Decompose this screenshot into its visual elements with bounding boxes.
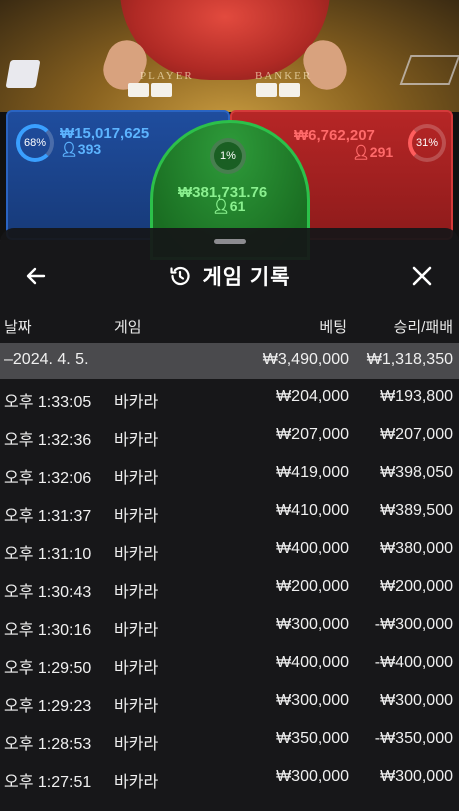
- row-bet: ₩300,000: [276, 616, 349, 633]
- row-result: ₩398,050: [380, 464, 453, 481]
- game-history-sheet: 게임 기록 날짜 게임 베팅 승리/패배 –2024. 4. 5. ₩3,490…: [0, 228, 459, 811]
- row-time: 오후 1:27:51: [4, 774, 92, 791]
- row-result: -₩300,000: [374, 616, 453, 633]
- table-row[interactable]: 오후 1:27:51 바카라 ₩300,000 ₩300,000: [0, 759, 459, 797]
- table-row[interactable]: 오후 1:28:53 바카라 ₩350,000 -₩350,000: [0, 721, 459, 759]
- banker-cards: [256, 83, 300, 97]
- row-result: ₩300,000: [380, 768, 453, 785]
- player-percent-ring: 68%: [16, 124, 54, 162]
- close-icon: [412, 266, 432, 286]
- sheet-title-group: 게임 기록: [0, 256, 459, 296]
- row-result: ₩200,000: [380, 578, 453, 595]
- table-row[interactable]: 오후 1:30:16 바카라 ₩300,000 -₩300,000: [0, 607, 459, 645]
- row-game: 바카라: [114, 470, 159, 487]
- dealer: [120, 0, 330, 80]
- table-banker-label: BANKER: [255, 70, 313, 82]
- row-bet: ₩350,000: [276, 730, 349, 747]
- row-bet: ₩419,000: [276, 464, 349, 481]
- row-bet: ₩410,000: [276, 502, 349, 519]
- table-row[interactable]: 오후 1:31:37 바카라 ₩410,000 ₩389,500: [0, 493, 459, 531]
- sheet-drag-handle[interactable]: [214, 239, 246, 244]
- player-bet-amount: ₩15,017,625: [60, 125, 150, 142]
- row-result: -₩350,000: [374, 730, 453, 747]
- group-result-total: ₩1,318,350: [366, 351, 453, 368]
- table-row[interactable]: 오후 1:32:06 바카라 ₩419,000 ₩398,050: [0, 455, 459, 493]
- sheet-title: 게임 기록: [202, 266, 291, 289]
- column-game: 게임: [114, 319, 142, 336]
- row-bet: ₩300,000: [276, 692, 349, 709]
- row-bet: ₩204,000: [276, 388, 349, 405]
- close-button[interactable]: [402, 256, 442, 296]
- banker-bet-count: 👤︎291: [352, 144, 394, 160]
- row-result: ₩389,500: [380, 502, 453, 519]
- user-icon: 👤︎: [212, 198, 230, 214]
- banker-bet-amount: ₩6,762,207: [294, 127, 375, 144]
- table-row[interactable]: 오후 1:29:50 바카라 ₩400,000 -₩400,000: [0, 645, 459, 683]
- group-date: –2024. 4. 5.: [4, 351, 89, 368]
- row-time: 오후 1:28:53: [4, 736, 92, 753]
- row-time: 오후 1:29:50: [4, 660, 92, 677]
- banker-percent-ring: 31%: [408, 124, 446, 162]
- row-game: 바카라: [114, 774, 159, 791]
- row-time: 오후 1:29:23: [4, 698, 92, 715]
- row-time: 오후 1:31:10: [4, 546, 92, 563]
- row-bet: ₩400,000: [276, 654, 349, 671]
- row-result: ₩207,000: [380, 426, 453, 443]
- history-icon: [170, 266, 191, 286]
- row-game: 바카라: [114, 698, 159, 715]
- row-game: 바카라: [114, 508, 159, 525]
- player-bet-count: 👤︎393: [60, 141, 102, 157]
- table-row[interactable]: 오후 1:33:05 바카라 ₩204,000 ₩193,800: [0, 379, 459, 417]
- row-game: 바카라: [114, 736, 159, 753]
- row-game: 바카라: [114, 622, 159, 639]
- row-result: ₩300,000: [380, 692, 453, 709]
- table-row[interactable]: 오후 1:31:10 바카라 ₩400,000 ₩380,000: [0, 531, 459, 569]
- row-time: 오후 1:32:06: [4, 470, 92, 487]
- row-time: 오후 1:32:36: [4, 432, 92, 449]
- row-game: 바카라: [114, 660, 159, 677]
- row-time: 오후 1:30:43: [4, 584, 92, 601]
- column-result: 승리/패배: [393, 319, 453, 336]
- row-result: -₩400,000: [374, 654, 453, 671]
- date-group-row[interactable]: –2024. 4. 5. ₩3,490,000 ₩1,318,350: [0, 343, 459, 379]
- history-table-header: 날짜 게임 베팅 승리/패배: [0, 310, 459, 340]
- column-date: 날짜: [4, 319, 32, 336]
- row-game: 바카라: [114, 584, 159, 601]
- row-time: 오후 1:33:05: [4, 394, 92, 411]
- row-time: 오후 1:31:37: [4, 508, 92, 525]
- card-shoe: [399, 55, 459, 85]
- table-row[interactable]: 오후 1:29:23 바카라 ₩300,000 ₩300,000: [0, 683, 459, 721]
- tie-bet-count: 👤︎61: [212, 198, 246, 214]
- group-bet-total: ₩3,490,000: [262, 351, 349, 368]
- history-table-body: –2024. 4. 5. ₩3,490,000 ₩1,318,350 오후 1:…: [0, 343, 459, 797]
- row-game: 바카라: [114, 546, 159, 563]
- tie-percent-ring: 1%: [210, 138, 246, 174]
- player-cards: [128, 83, 172, 97]
- sheet-header: 게임 기록: [0, 248, 459, 300]
- user-icon: 👤︎: [352, 144, 370, 160]
- table-row[interactable]: 오후 1:32:36 바카라 ₩207,000 ₩207,000: [0, 417, 459, 455]
- row-result: ₩193,800: [380, 388, 453, 405]
- user-icon: 👤︎: [60, 141, 78, 157]
- table-row[interactable]: 오후 1:30:43 바카라 ₩200,000 ₩200,000: [0, 569, 459, 607]
- row-game: 바카라: [114, 394, 159, 411]
- row-bet: ₩200,000: [276, 578, 349, 595]
- row-bet: ₩300,000: [276, 768, 349, 785]
- row-time: 오후 1:30:16: [4, 622, 92, 639]
- game-table-video: PLAYER BANKER: [0, 0, 459, 112]
- row-bet: ₩207,000: [276, 426, 349, 443]
- row-result: ₩380,000: [380, 540, 453, 557]
- card-stack: [5, 60, 41, 88]
- row-bet: ₩400,000: [276, 540, 349, 557]
- row-game: 바카라: [114, 432, 159, 449]
- column-bet: 베팅: [319, 319, 347, 336]
- table-player-label: PLAYER: [140, 70, 194, 82]
